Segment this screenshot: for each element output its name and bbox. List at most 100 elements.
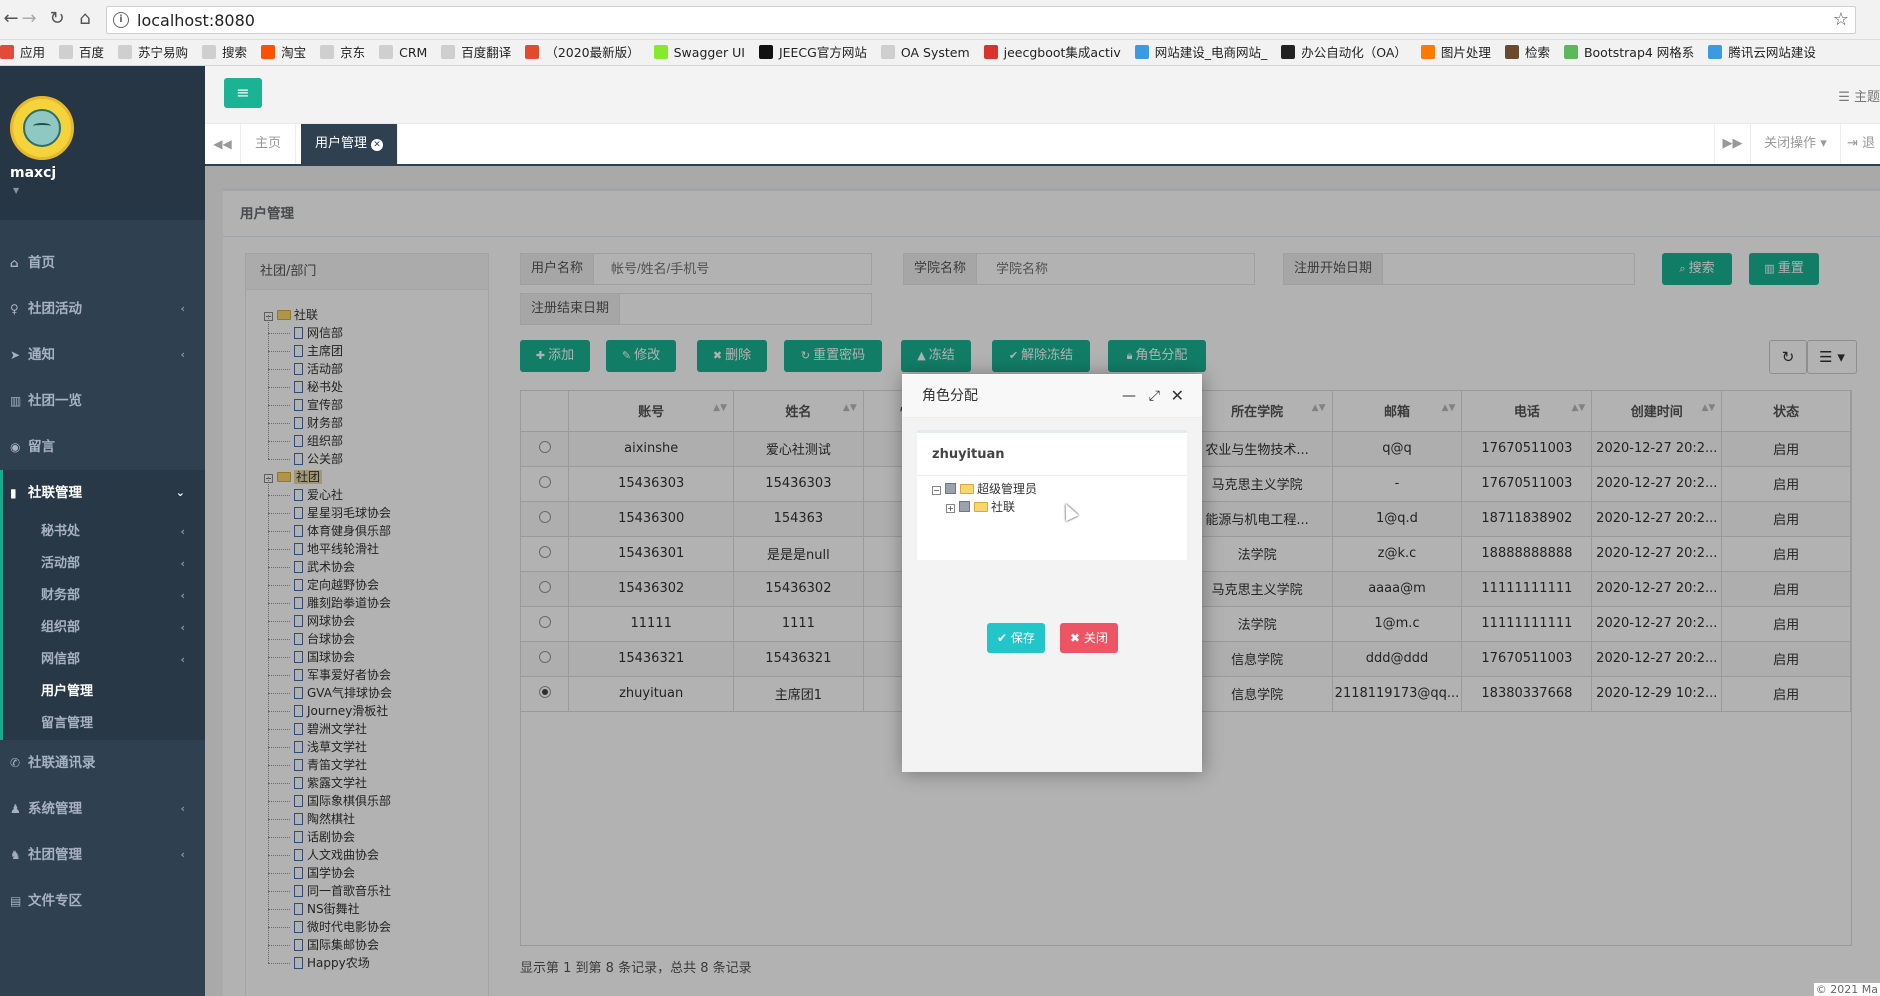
logout-button[interactable]: ⇥ 退 xyxy=(1840,124,1880,164)
checkbox[interactable] xyxy=(959,501,970,512)
tabs-scroll-left-icon[interactable]: ◀◀ xyxy=(205,124,241,164)
bookmark-favicon-icon xyxy=(1134,45,1149,59)
bookmark-item[interactable]: jeecgboot集成activ xyxy=(983,40,1121,65)
bookmark-item[interactable]: 搜索 xyxy=(202,40,247,65)
bookmark-item[interactable]: 淘宝 xyxy=(261,40,306,65)
sidebar-subitem-label: 活动部 xyxy=(41,556,81,571)
sidebar-subitem[interactable]: 财务部 ‹ xyxy=(3,580,205,612)
bookmark-favicon-icon xyxy=(1504,45,1519,59)
bookmark-label: 百度 xyxy=(79,45,105,60)
close-icon[interactable]: ✕ xyxy=(1171,374,1184,418)
bookmark-label: 应用 xyxy=(20,45,46,60)
caret-down-icon[interactable]: ▼ xyxy=(13,186,19,195)
minimize-icon[interactable]: — xyxy=(1122,374,1136,418)
bookmark-star-icon[interactable]: ☆ xyxy=(1833,9,1849,30)
sidebar-subitem[interactable]: 用户管理 xyxy=(3,676,205,708)
theme-icon: ☰ xyxy=(1838,90,1854,105)
sidebar-subitem[interactable]: 组织部 ‹ xyxy=(3,612,205,644)
chevron-icon: ‹ xyxy=(180,653,185,666)
bookmark-label: Bootstrap4 网格系 xyxy=(1583,45,1695,60)
sidebar-subitem[interactable]: 活动部 ‹ xyxy=(3,548,205,580)
url-field[interactable]: i localhost:8080 ☆ xyxy=(106,6,1856,34)
bookmark-label: Swagger UI xyxy=(673,45,745,60)
top-header: ≡ ☰ 主题 xyxy=(205,66,1880,124)
bookmark-favicon-icon xyxy=(0,45,14,59)
menu-icon: ✆ xyxy=(10,756,21,770)
bookmark-item[interactable]: 腾讯云网站建设 xyxy=(1708,40,1816,65)
bookmark-item[interactable]: 苏宁易购 xyxy=(118,40,188,65)
bookmark-item[interactable]: 百度翻译 xyxy=(441,40,511,65)
check-icon: ✔ xyxy=(997,631,1011,645)
sidebar-subitem[interactable]: 秘书处 ‹ xyxy=(3,516,205,548)
expand-icon[interactable]: + xyxy=(946,504,955,513)
bookmark-favicon-icon xyxy=(1708,45,1723,59)
bookmark-item[interactable]: 图片处理 xyxy=(1420,40,1491,65)
sidebar: maxcj ▼ ⌂ 首页 ♀ 社团活动 ‹ ➤ 通知 ‹ ▥ 社团一览 ◉ 留言 ▮ 社联管理 ⌄ 秘书处 ‹ 活… xyxy=(0,66,205,996)
sidebar-subitem[interactable]: 留言管理 xyxy=(3,708,205,740)
sidebar-item[interactable]: ♟ 系统管理 ‹ xyxy=(0,786,205,832)
sidebar-subitem-label: 组织部 xyxy=(41,620,81,635)
close-dialog-button[interactable]: ✖ 关闭 xyxy=(1060,623,1118,653)
bookmark-label: jeecgboot集成activ xyxy=(1003,45,1121,60)
menu-toggle-button[interactable]: ≡ xyxy=(224,78,262,108)
menu-icon: ♟ xyxy=(10,802,21,816)
tabs-bar: ◀◀ 主页 用户管理 ✕ ▶▶ 关闭操作 ▾ ⇥ 退 xyxy=(205,124,1880,166)
avatar[interactable] xyxy=(10,96,74,160)
bookmark-item[interactable]: 网站建设_电商网站_ xyxy=(1134,40,1267,65)
bookmark-favicon-icon xyxy=(880,45,895,59)
bookmark-item[interactable]: 京东 xyxy=(320,40,365,65)
bookmark-favicon-icon xyxy=(653,45,668,59)
bookmark-favicon-icon xyxy=(441,45,456,59)
checkbox[interactable] xyxy=(945,483,956,494)
tab-user-management[interactable]: 用户管理 ✕ xyxy=(301,124,399,164)
bookmark-item[interactable]: JEECG官方网站 xyxy=(758,40,867,65)
info-icon[interactable]: i xyxy=(113,12,129,28)
bookmark-item[interactable]: 办公自动化（OA） xyxy=(1281,40,1407,65)
theme-button[interactable]: ☰ 主题 xyxy=(1838,86,1880,105)
home-icon[interactable]: ⌂ xyxy=(74,8,96,30)
bookmark-item[interactable]: Bootstrap4 网格系 xyxy=(1563,40,1695,65)
bookmark-item[interactable]: 检索 xyxy=(1504,40,1550,65)
sidebar-item[interactable]: ♀ 社团活动 ‹ xyxy=(0,286,205,332)
sidebar-item[interactable]: ◉ 留言 xyxy=(0,424,205,470)
sidebar-item[interactable]: ▤ 文件专区 xyxy=(0,878,205,924)
maximize-icon[interactable]: ⤢ xyxy=(1149,374,1160,418)
chevron-icon: ‹ xyxy=(180,302,185,315)
sidebar-item[interactable]: ♞ 社团管理 ‹ xyxy=(0,832,205,878)
sidebar-item-label: 社团管理 xyxy=(28,847,82,863)
collapse-icon[interactable]: − xyxy=(932,486,941,495)
reload-icon[interactable]: ↻ xyxy=(46,8,68,30)
bookmark-item[interactable]: OA System xyxy=(880,40,970,65)
bookmark-item[interactable]: 百度 xyxy=(59,40,105,65)
bookmark-label: CRM xyxy=(399,45,428,60)
sidebar-subitem[interactable]: 网信部 ‹ xyxy=(3,644,205,676)
bookmark-item[interactable]: CRM xyxy=(379,40,428,65)
sidebar-item[interactable]: ▮ 社联管理 ⌄ xyxy=(0,470,205,516)
theme-label: 主题 xyxy=(1853,90,1880,105)
sidebar-item[interactable]: ✆ 社联通讯录 xyxy=(0,740,205,786)
forward-icon[interactable]: → xyxy=(18,8,40,30)
close-tab-icon[interactable]: ✕ xyxy=(371,139,384,151)
close-ops-dropdown[interactable]: 关闭操作 ▾ xyxy=(1750,124,1840,164)
menu-icon: ▤ xyxy=(10,894,22,908)
role-tree-root[interactable]: − 超级管理员 xyxy=(932,480,1037,498)
save-button[interactable]: ✔ 保存 xyxy=(987,623,1045,653)
menu-icon: ⌂ xyxy=(10,256,19,270)
sidebar-item-label: 社团活动 xyxy=(28,301,82,317)
tab-home[interactable]: 主页 xyxy=(241,124,297,164)
sidebar-submenu: 秘书处 ‹ 活动部 ‹ 财务部 ‹ 组织部 ‹ 网信部 ‹ 用户管理 留言管理 xyxy=(0,516,205,740)
tabs-scroll-right-icon[interactable]: ▶▶ xyxy=(1714,124,1750,164)
sidebar-item[interactable]: ▥ 社团一览 xyxy=(0,378,205,424)
bookmark-item[interactable]: Swagger UI xyxy=(653,40,745,65)
sidebar-item[interactable]: ➤ 通知 ‹ xyxy=(0,332,205,378)
bookmarks-bar: 应用 百度 苏宁易购 搜索 淘宝 京东 CRM 百度翻译 （2020最新版） Swagger UI… xyxy=(0,40,1880,66)
bookmark-label: （2020最新版） xyxy=(545,45,640,60)
bookmark-item[interactable]: （2020最新版） xyxy=(525,40,640,65)
sidebar-item[interactable]: ⌂ 首页 xyxy=(0,240,205,286)
sidebar-item-label: 系统管理 xyxy=(28,801,82,817)
logout-icon: ⇥ xyxy=(1847,136,1863,151)
role-tree-child[interactable]: + 社联 xyxy=(932,498,1037,516)
username[interactable]: maxcj xyxy=(10,165,56,181)
sidebar-item-label: 文件专区 xyxy=(28,893,82,909)
bookmark-item[interactable]: 应用 xyxy=(0,40,46,65)
